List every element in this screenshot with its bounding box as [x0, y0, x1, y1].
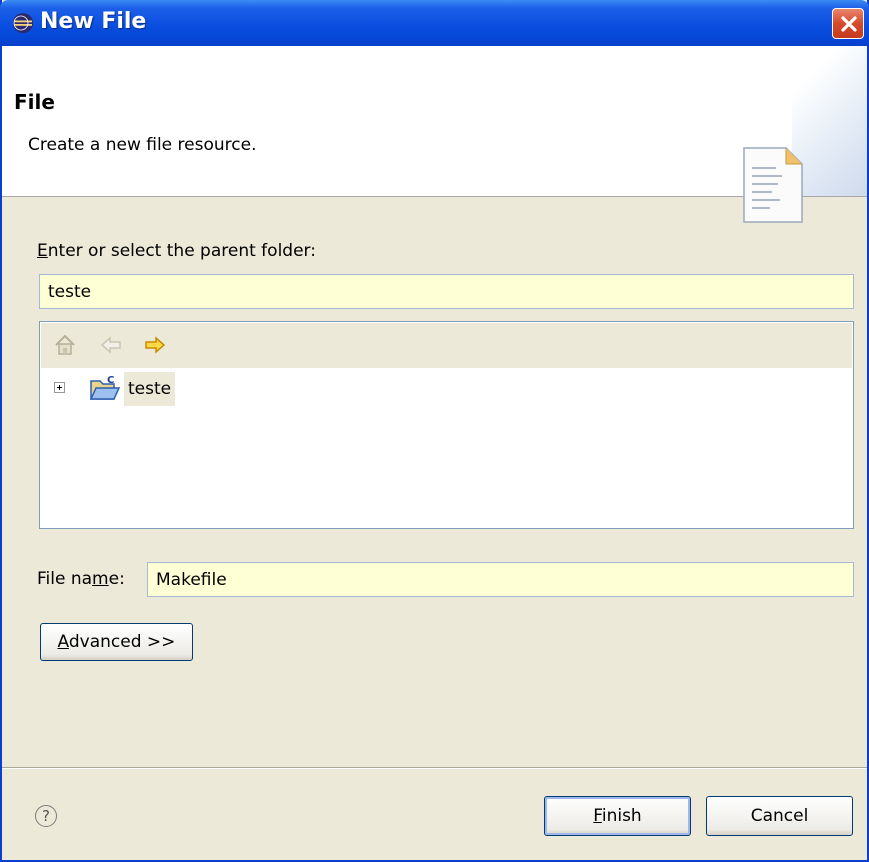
advanced-button[interactable]: Advanced >>: [40, 623, 193, 661]
forward-icon[interactable]: [143, 333, 167, 357]
eclipse-icon: [13, 13, 33, 33]
close-button[interactable]: [832, 8, 864, 39]
tree-node-label: teste: [124, 372, 176, 406]
cancel-button[interactable]: Cancel: [706, 796, 853, 836]
new-file-dialog: New File File Create a new file resource…: [0, 0, 869, 862]
banner-title: File: [14, 90, 55, 114]
new-file-wizard-icon: [743, 147, 803, 223]
close-icon: [841, 16, 857, 32]
wizard-banner: File Create a new file resource.: [2, 46, 867, 223]
help-icon[interactable]: ?: [35, 805, 57, 827]
file-name-label: File name:: [37, 569, 125, 589]
home-icon[interactable]: [53, 333, 77, 357]
banner-description: Create a new file resource.: [28, 135, 257, 155]
file-name-input[interactable]: [147, 562, 854, 597]
tree-toolbar: [41, 323, 852, 368]
title-bar[interactable]: New File: [0, 0, 869, 46]
window-title: New File: [40, 9, 147, 34]
parent-folder-input[interactable]: [39, 274, 854, 309]
expand-toggle[interactable]: [54, 382, 65, 393]
c-project-folder-icon: C: [90, 375, 120, 400]
finish-button[interactable]: Finish: [544, 796, 691, 836]
parent-folder-label: Enter or select the parent folder:: [37, 241, 316, 261]
footer-separator: [2, 767, 867, 769]
folder-tree[interactable]: C teste: [39, 321, 854, 529]
back-icon[interactable]: [99, 333, 123, 357]
svg-text:C: C: [107, 375, 114, 386]
